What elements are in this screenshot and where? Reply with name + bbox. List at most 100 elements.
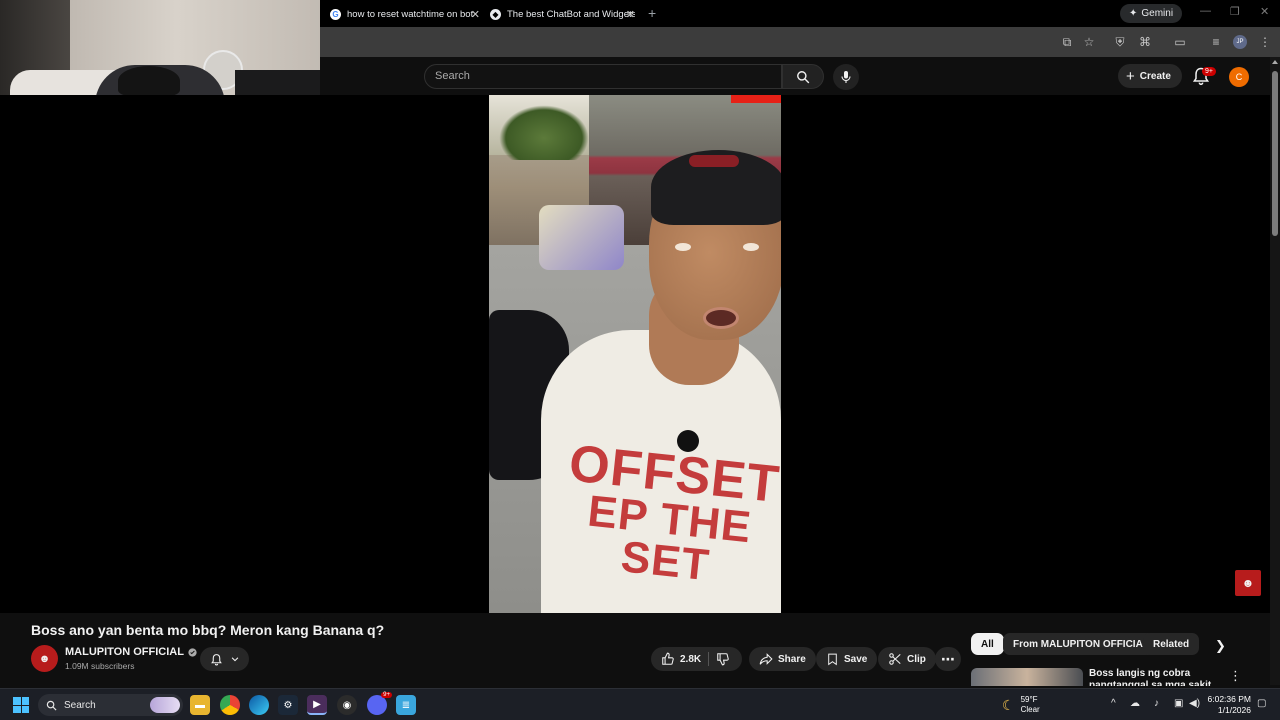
channel-watermark-icon[interactable]: ☻ [1235,570,1261,596]
file-explorer-icon[interactable]: ▬ [190,695,210,715]
video-frame[interactable]: OFFSET EP THE SET [489,95,781,613]
tab-search-icon[interactable]: ▭ [1173,35,1187,49]
google-icon: G [330,8,341,20]
network-icon[interactable]: ▣ [1174,698,1183,709]
taskbar-search-label: Search [64,699,96,711]
chevron-right-icon[interactable]: ❯ [1215,638,1226,654]
video-progress-indicator [731,95,781,103]
like-count[interactable]: 2.8K [680,654,701,665]
thumbs-down-icon[interactable] [716,652,730,666]
cloud-sync-icon[interactable]: ☁ [1130,698,1140,709]
taskbar-clock[interactable]: 6:02:36 PM 1/1/2026 [1207,694,1251,716]
chip-all[interactable]: All [971,633,1004,655]
notification-center-icon[interactable]: ▢ [1257,698,1266,709]
close-tab-icon[interactable]: ✕ [626,8,635,21]
save-button[interactable]: Save [816,647,878,671]
streaming-app-icon[interactable]: ▶ [307,695,327,715]
tab-title: how to reset watchtime on bot [347,8,474,20]
new-tab-button[interactable]: + [648,5,656,21]
more-horizontal-icon: ⋯ [941,650,955,667]
chrome-icon[interactable] [220,695,240,715]
weather-description: Clear [1020,705,1040,714]
moon-icon: ☾ [1002,696,1015,713]
browser-toolbar: ⧉ ☆ ⛨ ⌘ ▭ ≡ JP ⋮ [320,27,1280,57]
clock-date: 1/1/2026 [1217,705,1251,715]
channel-name: MALUPITON OFFICIAL [65,646,184,658]
search-input[interactable]: Search [424,64,782,89]
more-actions-button[interactable]: ⋯ [935,647,961,671]
verified-check-icon [188,647,197,657]
weather-temperature: 59°F [1020,695,1038,704]
save-label: Save [844,653,868,665]
weather-widget[interactable]: ☾ 59°F Clear [1002,695,1040,715]
volume-icon[interactable]: ◀) [1189,698,1200,709]
recommended-title[interactable]: Boss langis ng cobra pangtanggal sa mga … [1089,668,1219,686]
edge-icon[interactable] [249,695,269,715]
notifications-badge: 9+ [1202,67,1216,76]
install-app-icon[interactable]: ⧉ [1060,35,1074,49]
share-button[interactable]: Share [749,647,816,671]
video-player[interactable]: OFFSET EP THE SET [0,95,1270,613]
taskbar-search[interactable]: Search [38,694,183,716]
steam-icon[interactable]: ⚙ [278,695,298,715]
gemini-label: Gemini [1141,8,1174,19]
subscription-bell-button[interactable] [200,647,249,671]
plus-icon: + [1126,67,1135,85]
microphone-icon[interactable]: ♪ [1154,698,1159,709]
bookmark-icon [828,653,837,666]
clip-label: Clip [907,653,926,665]
profile-avatar[interactable]: JP [1233,35,1247,49]
scissors-icon [889,653,901,665]
search-button[interactable] [782,64,824,89]
browser-tab-bar: G how to reset watchtime on bot ✕ ◆ The … [320,0,1280,27]
extensions-puzzle-icon[interactable]: ⌘ [1138,35,1152,49]
tray-overflow-chevron-icon[interactable]: ^ [1111,698,1116,709]
discord-icon[interactable]: 9+ [367,692,392,715]
clip-button[interactable]: Clip [878,647,936,671]
search-highlight-art [150,697,180,713]
channel-name-link[interactable]: MALUPITON OFFICIAL [65,646,197,658]
kebab-menu-icon[interactable]: ⋮ [1258,35,1272,49]
browser-tab-chatbot[interactable]: ◆ The best ChatBot and Widgets ✕ [490,4,635,24]
maximize-icon[interactable]: ❐ [1230,5,1240,18]
share-arrow-icon [759,653,773,665]
channel-avatar[interactable]: ☻ [31,645,58,672]
chip-partial [1197,633,1217,655]
clock-time: 6:02:36 PM [1207,694,1251,704]
page-scrollbar[interactable] [1270,57,1280,685]
create-button[interactable]: + Create [1118,64,1182,88]
tab-title: The best ChatBot and Widgets [507,8,635,20]
account-avatar[interactable]: C [1229,67,1249,87]
address-bar[interactable] [320,30,1050,54]
kebab-menu-icon[interactable]: ⋮ [1229,668,1242,684]
close-tab-icon[interactable]: ✕ [471,8,480,21]
windows-start-icon[interactable] [13,697,29,713]
search-icon [797,70,810,83]
notepad-icon[interactable]: ≣ [396,695,416,715]
microphone-icon [841,71,851,83]
like-dislike-group: 2.8K [651,647,742,671]
bell-icon [210,653,222,665]
chip-related[interactable]: Related [1143,633,1200,655]
browser-tab-watchtime[interactable]: G how to reset watchtime on bot ✕ [330,4,480,24]
bookmark-star-icon[interactable]: ☆ [1082,35,1096,49]
share-label: Share [778,653,806,665]
shirt-print-text: OFFSET EP THE SET [553,434,781,594]
scrollbar-thumb[interactable] [1272,71,1278,236]
gemini-button[interactable]: ✦ Gemini [1120,4,1183,23]
video-title: Boss ano yan benta mo bbq? Meron kang Ba… [31,622,385,638]
close-window-icon[interactable]: ✕ [1260,5,1269,18]
obs-icon[interactable]: ◉ [337,695,357,715]
scroll-up-icon[interactable] [1272,60,1278,64]
recommended-thumbnail[interactable] [971,668,1083,686]
discord-badge: 9+ [381,692,392,698]
minimize-icon[interactable]: — [1200,5,1211,17]
voice-search-button[interactable] [833,64,859,90]
create-label: Create [1139,70,1171,82]
chip-from-channel[interactable]: From MALUPITON OFFICIAL [1003,633,1159,655]
reading-list-icon[interactable]: ≡ [1209,35,1223,49]
shield-extension-icon[interactable]: ⛨ [1113,35,1127,49]
thumbs-up-icon[interactable] [661,652,675,666]
sparkle-icon: ✦ [1129,8,1138,19]
windows-taskbar: Search ▬ ⚙ ▶ ◉ 9+ ≣ ☾ 59°F Clear ^ ☁ ♪ ▣… [0,688,1280,720]
